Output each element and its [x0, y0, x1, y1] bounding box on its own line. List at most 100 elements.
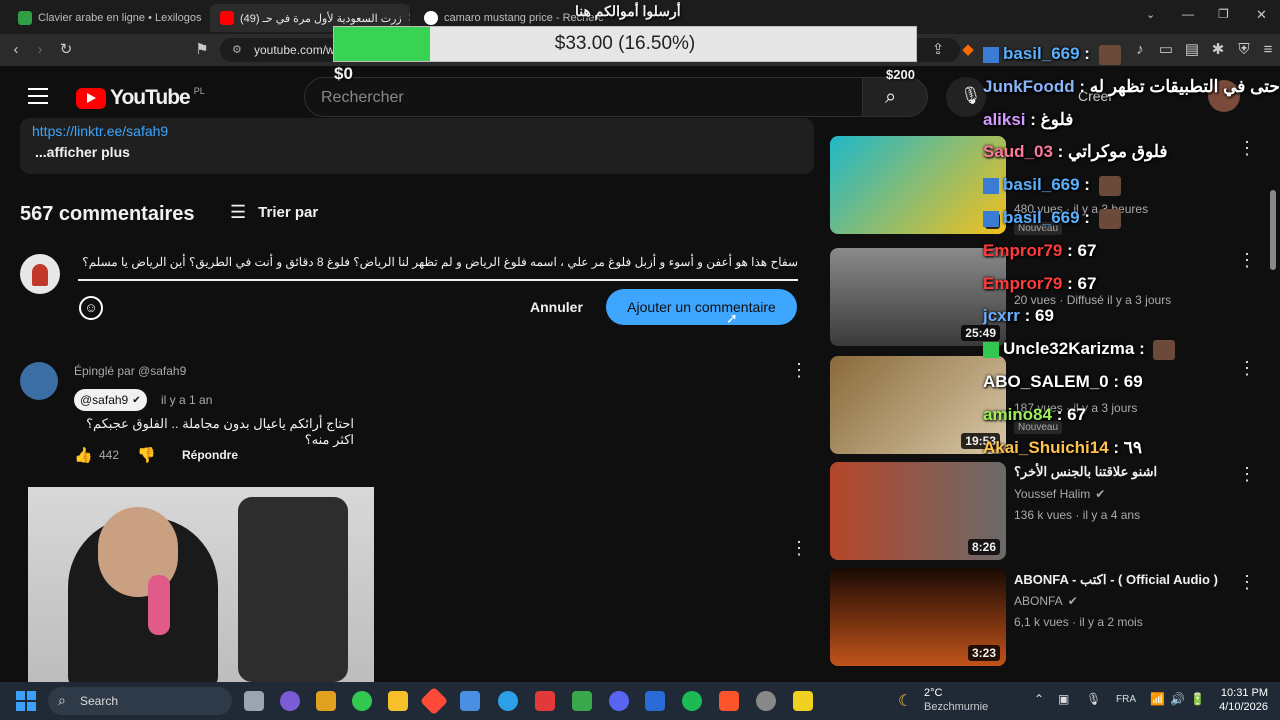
cursor-icon: ➚ [726, 310, 738, 326]
brave-icon[interactable] [719, 691, 739, 711]
more-options-icon[interactable]: ⋮ [1238, 358, 1256, 378]
store-icon[interactable] [460, 691, 480, 711]
search-label: Search [80, 694, 119, 708]
add-comment-button[interactable]: Ajouter un commentaire [606, 289, 797, 325]
chat-message: basil_669 : [983, 44, 1121, 65]
close-tab-icon[interactable]: ✕ [408, 11, 410, 25]
ea-icon[interactable] [645, 691, 665, 711]
tray-app-icon[interactable]: ▣ [1058, 692, 1069, 706]
file-explorer-icon[interactable] [388, 691, 408, 711]
chat-message: Empror79 : 67 [983, 241, 1096, 261]
voice-search-button[interactable]: 🎙 [946, 77, 986, 117]
site-info-icon[interactable]: ⚙ [232, 43, 242, 56]
app-icon[interactable] [793, 691, 813, 711]
sort-button[interactable]: ☰ Trier par [230, 202, 318, 223]
author-badge[interactable]: @safah9 ✔ [74, 389, 147, 411]
wallet-icon[interactable]: ▤ [1182, 40, 1202, 60]
show-more-link[interactable]: ...afficher plus [35, 144, 130, 160]
clock-date[interactable]: 4/10/2026 [1212, 701, 1268, 713]
wps-icon[interactable] [535, 691, 555, 711]
video-thumbnail[interactable]: 3:23 [830, 568, 1006, 666]
edge-icon[interactable] [498, 691, 518, 711]
volume-icon[interactable]: 🔊 [1170, 692, 1185, 706]
xbox-icon[interactable] [352, 691, 372, 711]
chat-separator: : [1079, 44, 1095, 63]
chat-separator: : [1019, 306, 1035, 326]
scrollbar-thumb[interactable] [1270, 190, 1276, 270]
battery-icon[interactable]: 🔋 [1190, 692, 1205, 706]
more-options-icon[interactable]: ⋮ [1238, 464, 1256, 484]
more-options-icon[interactable]: ⋮ [790, 538, 808, 558]
maximize-icon[interactable]: ❐ [1218, 7, 1229, 21]
bookmark-icon[interactable]: ⚑ [192, 40, 212, 60]
music-icon[interactable]: ♪ [1130, 40, 1150, 60]
menu-icon[interactable]: ≡ [1258, 40, 1278, 60]
forward-icon[interactable]: › [30, 40, 50, 60]
video-title[interactable]: اشنو علاقتنا بالجنس الأخر؟ [1014, 464, 1224, 480]
microphone-icon[interactable]: 🎙 [1086, 692, 1101, 706]
extensions-icon[interactable]: ✱ [1208, 40, 1228, 60]
weather-desc: Bezchmurnie [924, 701, 989, 713]
comment-input[interactable]: سفاح هذا هو أعفن و أسوء و أزبل فلوغ مر ع… [78, 253, 798, 281]
reload-icon[interactable]: ↻ [56, 40, 76, 60]
hamburger-menu-icon[interactable] [28, 88, 48, 104]
discord-icon[interactable] [609, 691, 629, 711]
brave-shield-icon[interactable]: ◆ [958, 40, 978, 60]
tab-list-icon[interactable]: ⌄ [1146, 8, 1155, 21]
more-options-icon[interactable]: ⋮ [1238, 138, 1256, 158]
chat-text: فلوغ [1040, 109, 1074, 129]
description-box[interactable]: https://linktr.ee/safah9 ...afficher plu… [20, 118, 814, 174]
video-channel[interactable]: ABONFA ✔ [1014, 594, 1078, 608]
wifi-icon[interactable]: 📶 [1150, 692, 1165, 706]
like-icon[interactable]: 👍 [74, 446, 93, 464]
app-icon[interactable] [419, 686, 449, 716]
search-button[interactable]: ⌕ [862, 77, 928, 117]
video-thumbnail[interactable]: 19:53 [830, 356, 1006, 454]
like-count: 442 [99, 448, 120, 462]
comment-time[interactable]: il y a 1 an [161, 393, 212, 407]
search-icon: ⌕ [58, 692, 66, 708]
tray-overflow-icon[interactable]: ⌃ [1034, 692, 1044, 706]
more-options-icon[interactable]: ⋮ [1238, 250, 1256, 270]
app-icon[interactable] [316, 691, 336, 711]
more-options-icon[interactable]: ⋮ [1238, 572, 1256, 592]
clock-time[interactable]: 10:31 PM [1218, 687, 1268, 699]
close-window-icon[interactable]: ✕ [1256, 7, 1267, 23]
task-view-icon[interactable] [244, 691, 264, 711]
video-title[interactable]: ABONFA - اكتب - ( Official Audio ) [1014, 572, 1228, 588]
copilot-icon[interactable] [280, 691, 300, 711]
search-input[interactable]: Rechercher [304, 77, 864, 117]
vpn-icon[interactable]: ⛨ [1234, 40, 1254, 60]
video-thumbnail[interactable]: 9 [830, 136, 1006, 234]
chat-username: JunkFoodd [983, 76, 1075, 96]
cancel-button[interactable]: Annuler [530, 299, 583, 315]
comment-draft-text: سفاح هذا هو أعفن و أسوء و أزبل فلوغ مر ع… [82, 255, 798, 269]
dislike-icon[interactable]: 👎 [137, 446, 156, 464]
weather-icon[interactable]: ☾ [898, 691, 912, 711]
comments-count: 567 commentaires [20, 203, 195, 225]
sidebar-icon[interactable]: ▭ [1156, 40, 1176, 60]
language-indicator[interactable]: FRA [1116, 694, 1136, 705]
more-options-icon[interactable]: ⋮ [790, 360, 808, 380]
description-link[interactable]: https://linktr.ee/safah9 [32, 123, 168, 139]
reply-button[interactable]: Répondre [182, 448, 238, 462]
avatar[interactable] [20, 362, 58, 400]
minimize-icon[interactable]: — [1182, 7, 1194, 21]
windows-start-icon[interactable] [16, 691, 36, 711]
video-thumbnail[interactable]: 25:49 [830, 248, 1006, 346]
lexilogos-icon [18, 11, 32, 25]
share-icon[interactable]: ⇪ [928, 40, 948, 60]
video-channel[interactable]: Youssef Halim ✔ [1014, 487, 1105, 501]
spotify-icon[interactable] [682, 691, 702, 711]
app-icon[interactable] [572, 691, 592, 711]
back-icon[interactable]: ‹ [6, 40, 26, 60]
search-placeholder: Rechercher [321, 89, 404, 106]
chat-message: basil_669 : [983, 208, 1121, 229]
obs-icon[interactable] [756, 691, 776, 711]
channel-name: ABONFA [1014, 594, 1063, 608]
video-thumbnail[interactable]: 8:26 [830, 462, 1006, 560]
youtube-logo[interactable]: YouTube PL [76, 86, 205, 110]
emoji-icon[interactable]: ☺ [79, 296, 103, 320]
tab-lexilogos[interactable]: Clavier arabe en ligne • Lexilogos [8, 4, 208, 32]
taskbar-search[interactable]: ⌕ Search [48, 687, 232, 715]
